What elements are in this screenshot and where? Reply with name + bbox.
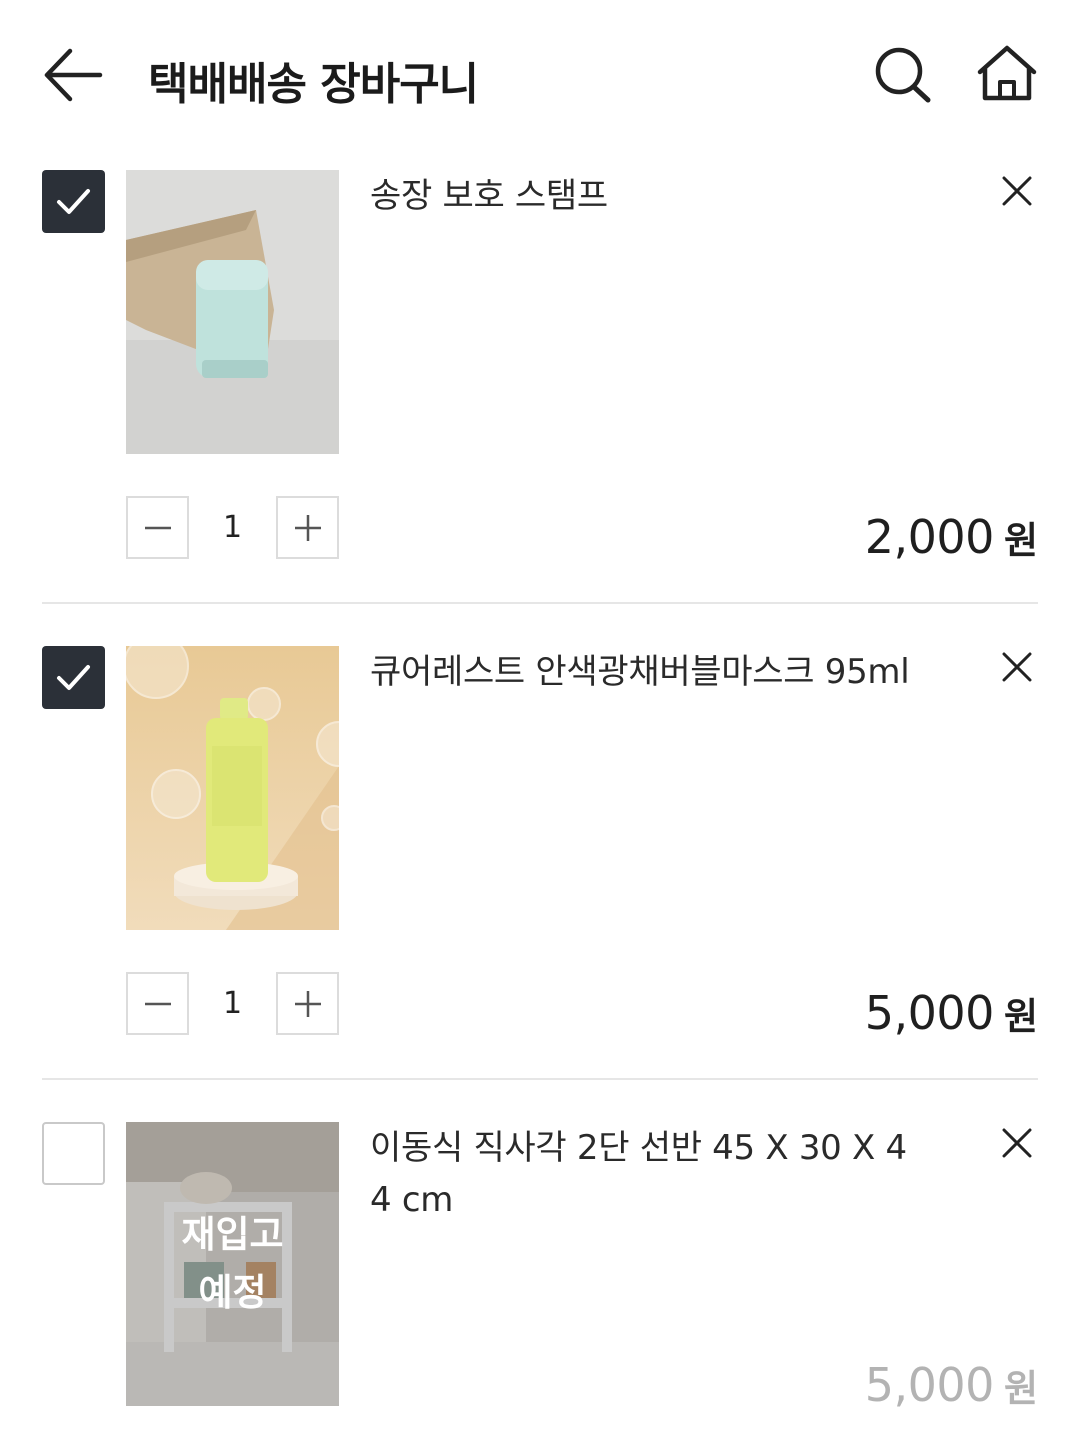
quantity-stepper: 1: [126, 972, 339, 1035]
search-button[interactable]: [872, 44, 934, 106]
quantity-value: 1: [222, 986, 243, 1021]
bubble-mask-photo: [126, 646, 339, 930]
page-title: 택배배송 장바구니: [148, 59, 479, 110]
restock-overlay: 재입고 예정: [126, 1122, 339, 1406]
item-checkbox[interactable]: [42, 170, 105, 233]
close-icon: [1002, 176, 1032, 206]
price-value: 5,000: [864, 986, 995, 1040]
quantity-value: 1: [222, 510, 243, 545]
back-button[interactable]: [40, 42, 106, 108]
product-name[interactable]: 큐어레스트 안색광채버블마스크 95ml: [370, 646, 915, 698]
product-name[interactable]: 송장 보호 스탬프: [370, 170, 915, 222]
check-icon: [57, 189, 90, 214]
home-button[interactable]: [974, 42, 1040, 104]
currency-unit: 원: [1003, 995, 1038, 1038]
top-bar: 택배배송 장바구니: [0, 0, 1080, 150]
item-divider: [42, 602, 1038, 604]
arrow-left-icon: [44, 48, 103, 102]
close-icon: [1002, 1128, 1032, 1158]
plus-icon: [295, 991, 321, 1017]
check-icon: [57, 665, 90, 690]
remove-item-button[interactable]: [996, 1122, 1038, 1164]
product-image[interactable]: 재입고 예정: [126, 1122, 339, 1406]
remove-item-button[interactable]: [996, 170, 1038, 212]
item-price: 5,000 원: [865, 986, 1038, 1040]
plus-icon: [295, 515, 321, 541]
increase-quantity-button[interactable]: [276, 496, 339, 559]
minus-icon: [145, 1002, 171, 1006]
minus-icon: [145, 526, 171, 530]
price-value: 2,000: [864, 510, 995, 564]
price-value: 5,000: [864, 1358, 995, 1412]
currency-unit: 원: [1003, 1367, 1038, 1410]
currency-unit: 원: [1003, 519, 1038, 562]
quantity-stepper: 1: [126, 496, 339, 559]
item-price: 2,000 원: [865, 510, 1038, 564]
item-divider: [42, 1078, 1038, 1080]
product-image[interactable]: [126, 646, 339, 930]
search-icon: [875, 47, 931, 103]
product-image[interactable]: [126, 170, 339, 454]
item-checkbox[interactable]: [42, 1122, 105, 1185]
invoice-stamp-photo: [126, 170, 339, 454]
product-name[interactable]: 이동식 직사각 2단 선반 45 X 30 X 44 cm: [370, 1122, 915, 1226]
item-checkbox[interactable]: [42, 646, 105, 709]
home-icon: [977, 45, 1037, 101]
close-icon: [1002, 652, 1032, 682]
decrease-quantity-button[interactable]: [126, 972, 189, 1035]
increase-quantity-button[interactable]: [276, 972, 339, 1035]
remove-item-button[interactable]: [996, 646, 1038, 688]
item-price: 5,000 원: [865, 1358, 1038, 1412]
decrease-quantity-button[interactable]: [126, 496, 189, 559]
